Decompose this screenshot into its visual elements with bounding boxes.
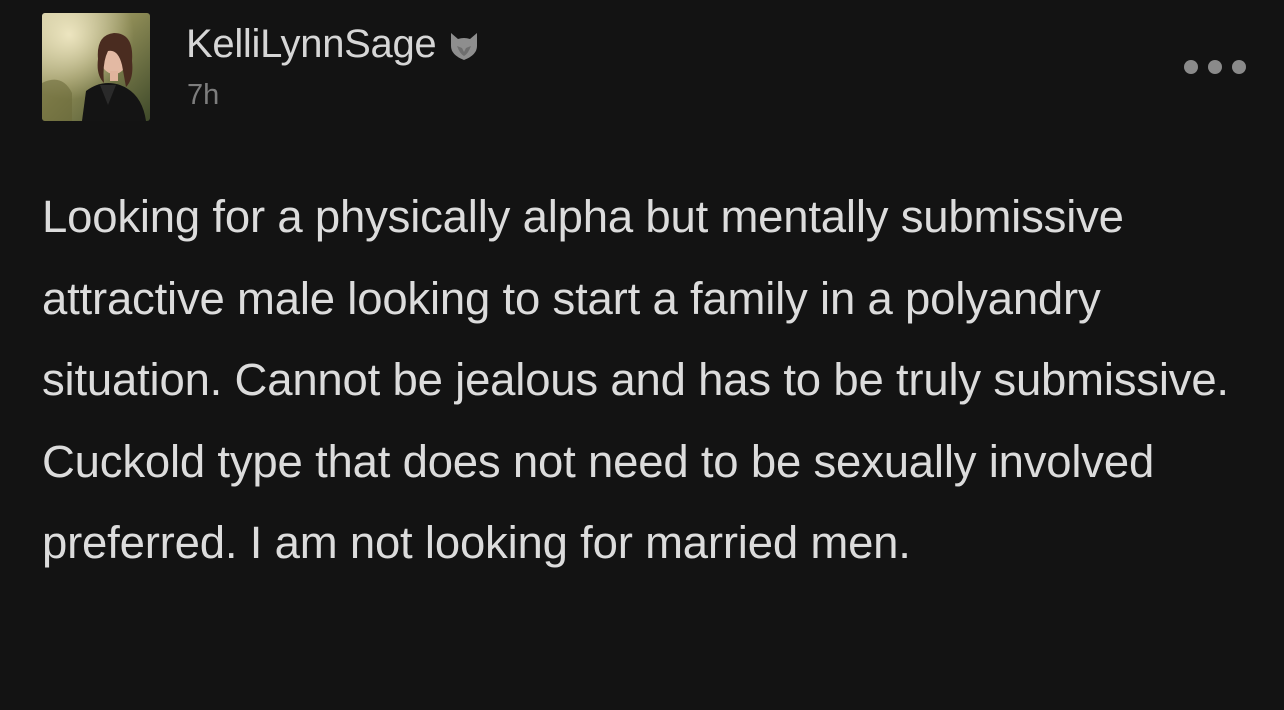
username[interactable]: KelliLynnSage bbox=[186, 20, 437, 68]
post-timestamp: 7h bbox=[187, 79, 220, 111]
more-options-button[interactable] bbox=[1184, 53, 1246, 81]
profile-photo bbox=[42, 13, 150, 121]
post-body: Looking for a physically alpha but menta… bbox=[42, 191, 1229, 568]
avatar[interactable] bbox=[42, 13, 150, 121]
ellipsis-icon bbox=[1184, 60, 1198, 74]
fox-shield-icon bbox=[448, 30, 480, 62]
post-card: KelliLynnSage 7h Looking for a physicall… bbox=[0, 0, 1284, 710]
ellipsis-icon bbox=[1208, 60, 1222, 74]
ellipsis-icon bbox=[1232, 60, 1246, 74]
author-row: KelliLynnSage bbox=[186, 20, 480, 68]
